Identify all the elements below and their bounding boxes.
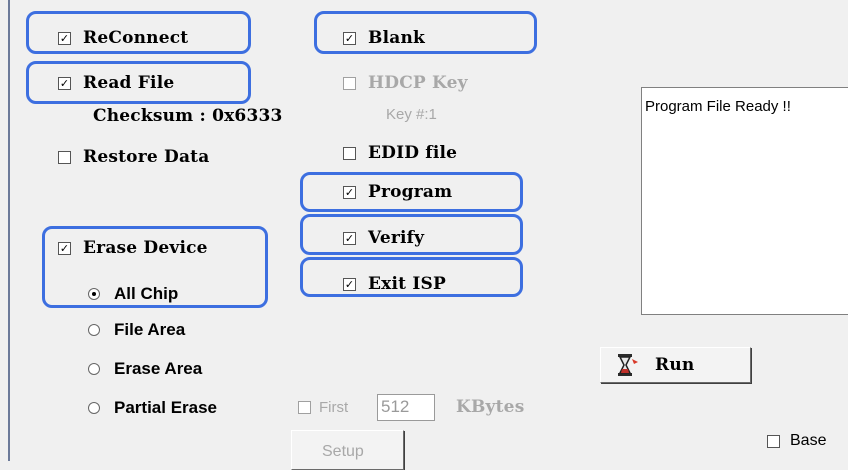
radio-icon (88, 324, 100, 336)
highlight-read-file (26, 61, 251, 104)
radio-partial-erase-label: Partial Erase (114, 398, 218, 417)
highlight-blank (314, 11, 537, 54)
first-kbytes-input[interactable]: 512 (377, 394, 435, 421)
base-label: Base (790, 432, 827, 449)
checkbox-box (343, 76, 356, 90)
restore-data-checkbox[interactable]: Restore Data (58, 147, 209, 167)
kbytes-unit: KBytes (456, 397, 525, 417)
checkbox-box (343, 146, 356, 160)
highlight-reconnect (26, 11, 251, 54)
hourglass-icon (618, 354, 638, 376)
radio-partial-erase[interactable]: Partial Erase (88, 398, 217, 418)
setup-button-label: Setup (322, 443, 364, 460)
radio-icon (88, 363, 100, 375)
radio-erase-area[interactable]: Erase Area (88, 359, 202, 379)
radio-file-area-label: File Area (114, 320, 186, 339)
hdcp-key-checkbox[interactable]: HDCP Key (343, 73, 468, 93)
run-button-label: Run (655, 355, 695, 375)
highlight-exit-isp (300, 257, 523, 297)
edid-file-label: EDID file (368, 143, 458, 163)
first-label: First (319, 399, 349, 416)
radio-file-area[interactable]: File Area (88, 320, 185, 340)
base-checkbox[interactable]: Base (767, 432, 826, 450)
highlight-program (300, 172, 523, 212)
edid-file-checkbox[interactable]: EDID file (343, 143, 457, 163)
checkbox-box (298, 401, 311, 414)
restore-data-label: Restore Data (83, 147, 210, 167)
run-button[interactable]: Run (600, 347, 751, 383)
checkbox-box (58, 150, 71, 164)
checkbox-box (767, 434, 780, 448)
highlight-verify (300, 214, 523, 255)
setup-button[interactable]: Setup (291, 430, 404, 470)
first-checkbox[interactable]: First (298, 399, 348, 416)
status-log[interactable]: Program File Ready !! (641, 87, 848, 315)
hdcp-key-label: HDCP Key (368, 73, 468, 93)
left-border (8, 0, 10, 461)
key-number-text: Key #:1 (386, 106, 437, 123)
radio-erase-area-label: Erase Area (114, 359, 203, 378)
highlight-erase-device (42, 226, 268, 308)
radio-icon (88, 402, 100, 414)
checksum-text: Checksum : 0x6333 (93, 106, 283, 126)
